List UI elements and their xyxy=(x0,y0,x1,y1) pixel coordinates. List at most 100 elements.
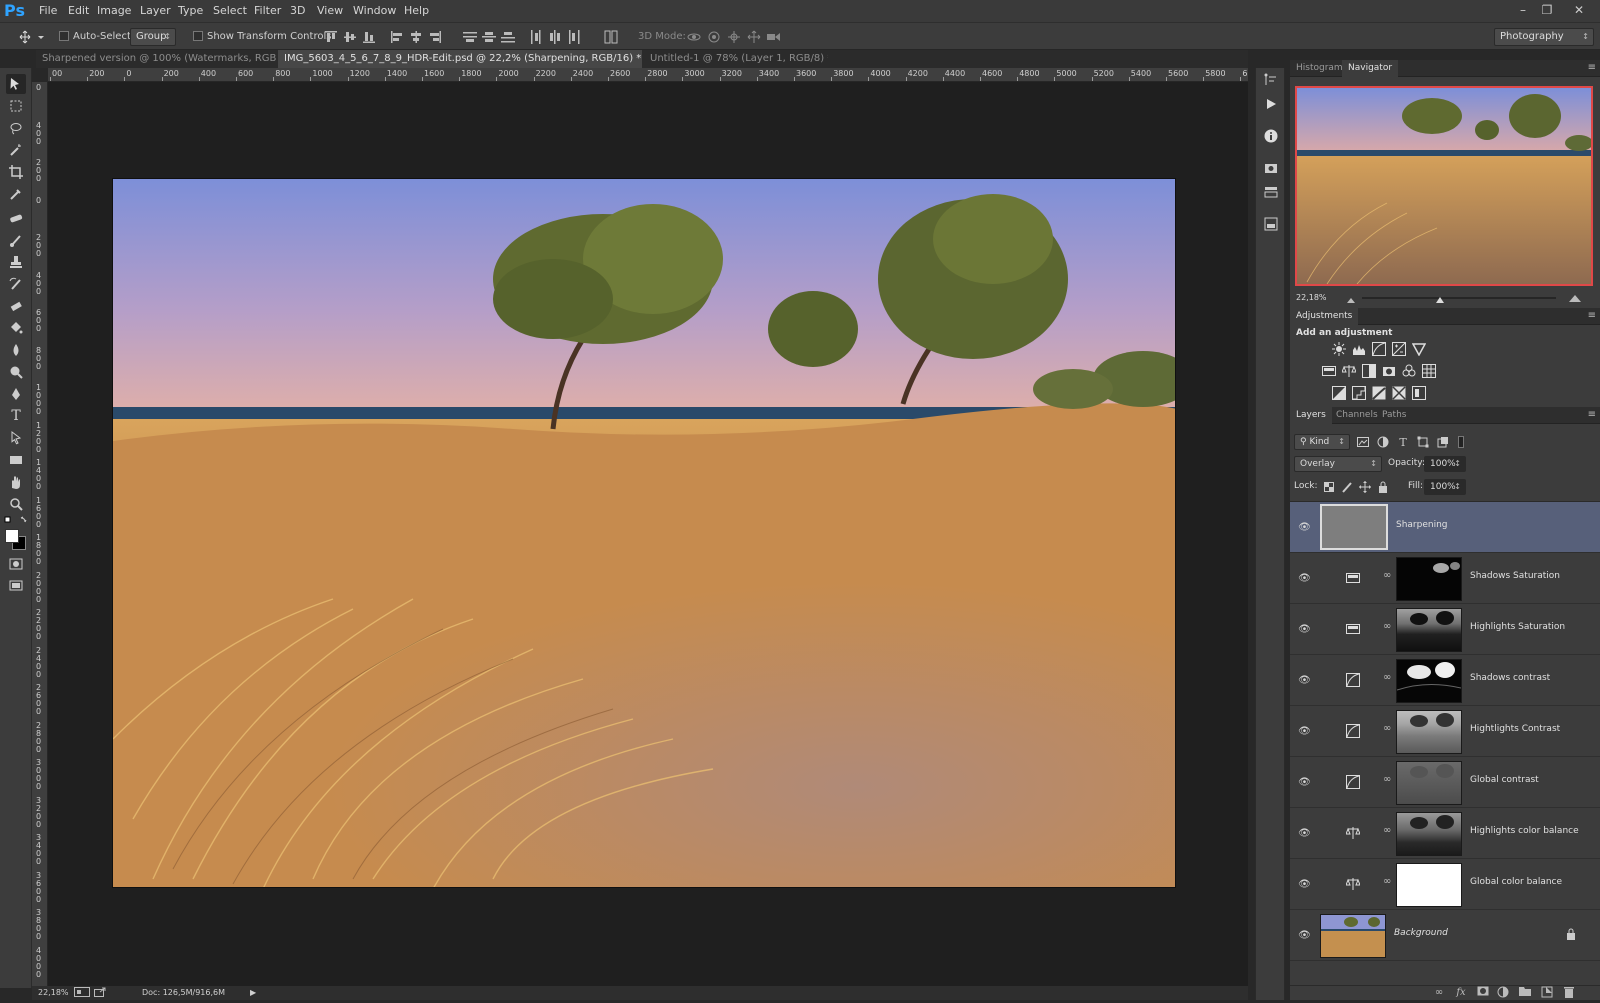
transform-controls-checkbox[interactable] xyxy=(193,31,203,41)
tab-adjustments[interactable]: Adjustments xyxy=(1290,308,1359,325)
path-selection-tool-icon[interactable] xyxy=(6,428,26,448)
layer-mask-thumbnail[interactable] xyxy=(1396,863,1462,907)
magic-wand-tool-icon[interactable] xyxy=(6,140,26,160)
actions-play-icon[interactable] xyxy=(1263,96,1279,112)
mask-link-icon[interactable]: ∞ xyxy=(1383,876,1391,892)
layer-row-shadows-contrast[interactable]: 👁 ∞ Shadows contrast xyxy=(1290,655,1600,706)
align-bottom-icon[interactable] xyxy=(361,28,377,46)
layer-row-highlights-color-balance[interactable]: 👁 ∞ Highlights color balance xyxy=(1290,808,1600,859)
channel-mixer-icon[interactable] xyxy=(1402,364,1416,378)
lasso-tool-icon[interactable] xyxy=(6,118,26,138)
exposure-icon[interactable] xyxy=(1392,342,1406,356)
menu-edit[interactable]: Edit xyxy=(68,0,89,22)
filter-pixel-icon[interactable] xyxy=(1356,435,1370,449)
selective-color-icon[interactable] xyxy=(1412,386,1426,400)
filter-type-icon[interactable]: T xyxy=(1396,435,1410,449)
layer-row-highlights-saturation[interactable]: 👁 ∞ Highlights Saturation xyxy=(1290,604,1600,655)
menu-view[interactable]: View xyxy=(317,0,343,22)
align-top-icon[interactable] xyxy=(323,28,339,46)
layer-name[interactable]: Shadows contrast xyxy=(1470,673,1550,683)
layer-name[interactable]: Hightlights Contrast xyxy=(1470,724,1560,734)
menu-3d[interactable]: 3D xyxy=(290,0,305,22)
menu-help[interactable]: Help xyxy=(404,0,429,22)
menu-window[interactable]: Window xyxy=(353,0,396,22)
align-left-icon[interactable] xyxy=(389,28,405,46)
new-layer-icon[interactable] xyxy=(1540,986,1554,1000)
pen-tool-icon[interactable] xyxy=(6,384,26,404)
filter-adjustment-icon[interactable] xyxy=(1376,435,1390,449)
auto-select-dropdown[interactable]: Group xyxy=(130,28,176,46)
menu-layer[interactable]: Layer xyxy=(140,0,171,22)
menu-filter[interactable]: Filter xyxy=(254,0,281,22)
panel-menu-icon[interactable]: ≡ xyxy=(1588,62,1596,73)
move-tool-preset-icon[interactable] xyxy=(18,28,46,46)
layer-name[interactable]: Global color balance xyxy=(1470,877,1562,887)
rectangle-tool-icon[interactable] xyxy=(6,450,26,470)
tab-hdr-edit[interactable]: IMG_5603_4_5_6_7_8_9_HDR-Edit.psd @ 22,2… xyxy=(278,50,642,68)
layer-name[interactable]: Highlights Saturation xyxy=(1470,622,1565,632)
color-balance-icon[interactable] xyxy=(1342,364,1356,378)
posterize-icon[interactable] xyxy=(1352,386,1366,400)
color-lookup-icon[interactable] xyxy=(1422,364,1436,378)
layer-mask-thumbnail[interactable] xyxy=(1396,812,1462,856)
panel-menu-icon[interactable]: ≡ xyxy=(1588,310,1596,321)
3d-orbit-icon[interactable] xyxy=(686,28,702,46)
distribute-hcenter-icon[interactable] xyxy=(547,28,563,46)
delete-layer-icon[interactable] xyxy=(1562,986,1576,1000)
align-right-icon[interactable] xyxy=(427,28,443,46)
tab-navigator[interactable]: Navigator xyxy=(1342,60,1399,77)
layer-style-icon[interactable]: fx xyxy=(1454,986,1468,1000)
align-hcenter-icon[interactable] xyxy=(408,28,424,46)
blur-tool-icon[interactable] xyxy=(6,340,26,360)
align-vcenter-icon[interactable] xyxy=(342,28,358,46)
document-image[interactable] xyxy=(112,178,1176,888)
eraser-tool-icon[interactable] xyxy=(6,296,26,316)
filter-toggle[interactable] xyxy=(1458,436,1464,448)
workspace-dropdown[interactable]: Photography xyxy=(1494,28,1594,46)
layer-row-sharpening[interactable]: 👁 Sharpening xyxy=(1290,502,1600,553)
visibility-eye-icon[interactable]: 👁 xyxy=(1298,725,1311,738)
history-brush-tool-icon[interactable] xyxy=(6,274,26,294)
lock-position-icon[interactable] xyxy=(1358,480,1372,494)
visibility-eye-icon[interactable]: 👁 xyxy=(1298,878,1311,891)
minimize-icon[interactable]: – xyxy=(1514,2,1532,18)
menu-file[interactable]: File xyxy=(39,0,57,22)
clone-source-icon[interactable] xyxy=(1263,160,1279,176)
black-white-icon[interactable] xyxy=(1362,364,1376,378)
close-icon[interactable]: ✕ xyxy=(1570,2,1588,18)
eyedropper-tool-icon[interactable] xyxy=(6,184,26,204)
slider-thumb[interactable] xyxy=(1436,294,1444,303)
layer-name[interactable]: Background xyxy=(1394,928,1448,938)
panel-menu-icon[interactable]: ≡ xyxy=(1588,409,1596,420)
distribute-top-icon[interactable] xyxy=(462,28,478,46)
3d-pan-icon[interactable] xyxy=(726,28,742,46)
layer-filter-kind-dropdown[interactable]: ⚲ Kind xyxy=(1294,434,1350,450)
navigator-thumbnail[interactable] xyxy=(1295,86,1593,286)
filter-shape-icon[interactable] xyxy=(1416,435,1430,449)
layer-mask-thumbnail[interactable] xyxy=(1396,608,1462,652)
mask-link-icon[interactable]: ∞ xyxy=(1383,774,1391,790)
brush-tool-icon[interactable] xyxy=(6,230,26,250)
auto-align-icon[interactable] xyxy=(603,28,619,46)
zoom-readout[interactable]: 22,18% xyxy=(38,988,69,997)
layer-row-global-color-balance[interactable]: 👁 ∞ Global color balance xyxy=(1290,859,1600,910)
curves-icon[interactable] xyxy=(1372,342,1386,356)
new-adjustment-icon[interactable] xyxy=(1496,986,1510,1000)
clone-stamp-tool-icon[interactable] xyxy=(6,252,26,272)
screen-mode-icon[interactable] xyxy=(6,576,26,596)
mask-link-icon[interactable]: ∞ xyxy=(1383,672,1391,688)
move-tool-icon[interactable] xyxy=(6,74,26,94)
layer-mask-thumbnail[interactable] xyxy=(1396,761,1462,805)
layer-row-background[interactable]: 👁 Background xyxy=(1290,910,1600,961)
properties-icon[interactable] xyxy=(1263,184,1279,200)
menu-image[interactable]: Image xyxy=(97,0,131,22)
visibility-eye-icon[interactable]: 👁 xyxy=(1298,674,1311,687)
layer-name[interactable]: Global contrast xyxy=(1470,775,1539,785)
dodge-tool-icon[interactable] xyxy=(6,362,26,382)
zoom-in-icon[interactable] xyxy=(1568,293,1582,302)
add-mask-icon[interactable] xyxy=(1476,986,1490,1000)
foreground-color-swatch[interactable] xyxy=(5,529,19,543)
status-menu-arrow[interactable]: ▶ xyxy=(250,988,256,997)
visibility-eye-icon[interactable]: 👁 xyxy=(1298,827,1311,840)
crop-tool-icon[interactable] xyxy=(6,162,26,182)
